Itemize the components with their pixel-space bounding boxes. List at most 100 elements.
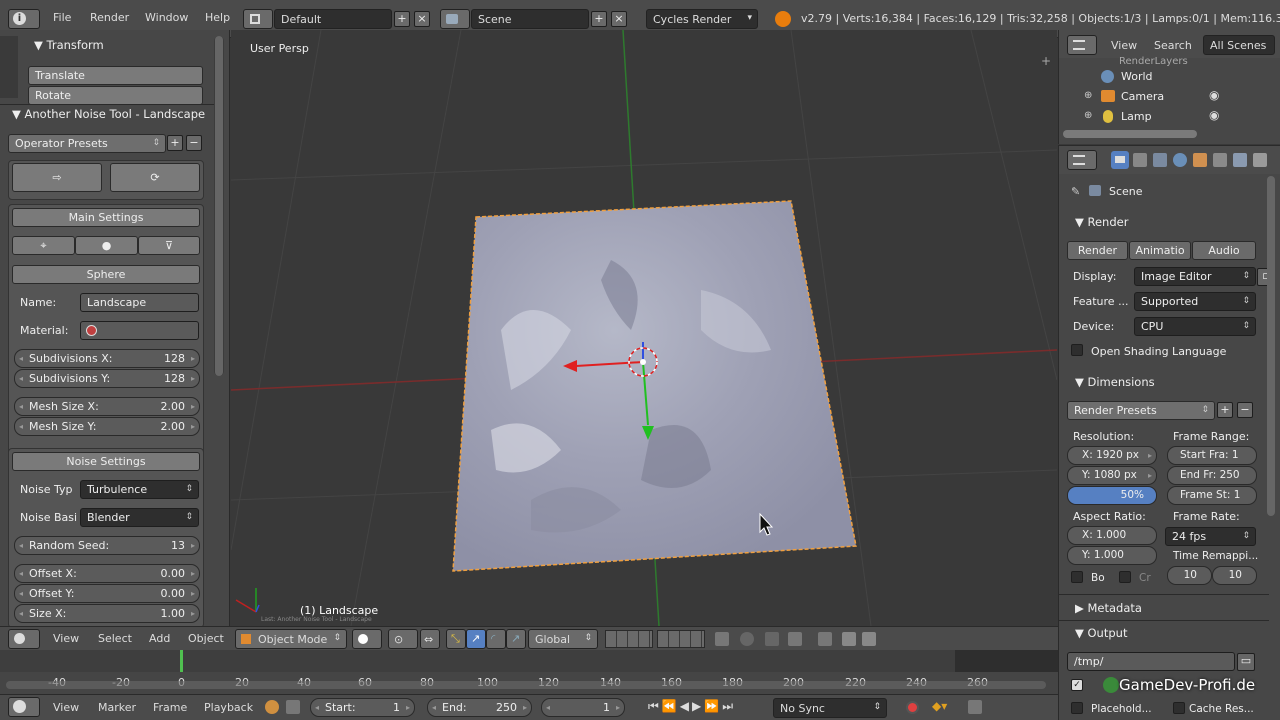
display-select[interactable]: Image Editor ⇕ <box>1134 267 1256 286</box>
add-layout-button[interactable]: + <box>394 11 410 27</box>
view-menu-select[interactable]: Select <box>98 632 132 645</box>
start-frame-field[interactable]: ◂ Start: 1 ▸ <box>310 698 415 717</box>
outliner-editor-type-button[interactable] <box>1067 35 1097 55</box>
menu-window[interactable]: Window <box>145 11 188 24</box>
rotate-manipulator-button[interactable]: ↗ <box>466 629 486 649</box>
viewport-canvas[interactable] <box>231 30 1057 626</box>
timeline-editor-type-button[interactable] <box>8 697 40 717</box>
snap-element-icon[interactable] <box>788 632 802 646</box>
add-scene-button[interactable]: + <box>591 11 607 27</box>
properties-scrollbar[interactable] <box>1267 176 1275 516</box>
outliner-filter-select[interactable]: All Scenes <box>1203 35 1275 55</box>
rotate-button[interactable]: Rotate <box>28 86 203 105</box>
device-select[interactable]: CPU ⇕ <box>1134 317 1256 336</box>
placeholders-checkbox[interactable] <box>1071 702 1083 714</box>
orientation-select[interactable]: Global ⇕ <box>528 629 598 649</box>
current-frame-marker[interactable] <box>180 650 183 672</box>
scene-browse-button[interactable] <box>440 9 470 29</box>
snap-icon[interactable] <box>765 632 779 646</box>
remap-new-field[interactable]: 10 <box>1212 566 1257 585</box>
resolution-percent-slider[interactable]: 50% <box>1067 486 1157 505</box>
manipulator-toggle[interactable]: ⇔ <box>420 629 440 649</box>
play-icon[interactable]: ▶ <box>692 699 704 713</box>
scene-name-field[interactable]: Scene <box>471 9 589 29</box>
feature-set-select[interactable]: Supported ⇕ <box>1134 292 1256 311</box>
eye-icon[interactable]: ◉ <box>1209 108 1219 122</box>
timeline-menu-view[interactable]: View <box>53 701 79 714</box>
outliner-menu-search[interactable]: Search <box>1154 39 1192 52</box>
aspect-x-field[interactable]: X: 1.000 <box>1067 526 1157 545</box>
metadata-panel-header[interactable]: ▶ Metadata <box>1075 601 1142 615</box>
refresh-button[interactable]: ⟳ <box>110 163 200 192</box>
timeline-scrollbar[interactable] <box>6 681 1046 689</box>
prev-keyframe-icon[interactable]: ⏪ <box>662 699 680 713</box>
timeline-menu-marker[interactable]: Marker <box>98 701 136 714</box>
remove-preset-button[interactable]: − <box>186 135 202 151</box>
end-frame-field[interactable]: End Fr: 250 <box>1167 466 1257 485</box>
subdivisions-y-field[interactable]: ◂ Subdivisions Y: 128 ▸ <box>14 369 200 388</box>
object-icon[interactable] <box>1193 153 1207 167</box>
frame-rate-select[interactable]: 24 fps ⇕ <box>1165 527 1256 546</box>
view-menu-add[interactable]: Add <box>149 632 170 645</box>
lock-icon[interactable] <box>286 700 300 714</box>
mode-select[interactable]: Object Mode ⇕ <box>235 629 347 649</box>
transform-header[interactable]: ▼ Transform <box>34 38 104 52</box>
remove-render-preset-button[interactable]: − <box>1237 402 1253 418</box>
world-icon[interactable] <box>1173 153 1187 167</box>
3d-viewport[interactable]: User Persp (1) Landscape Last: Another N… <box>231 30 1057 626</box>
mesh-type-sphere-button[interactable]: ● <box>75 236 138 255</box>
noise-basis-select[interactable]: Blender ⇕ <box>80 508 199 527</box>
view-menu-object[interactable]: Object <box>188 632 224 645</box>
jump-end-icon[interactable]: ⏭ <box>722 699 736 713</box>
overwrite-checkbox[interactable]: ✓ <box>1071 679 1083 691</box>
tool-shelf-scrollbar[interactable] <box>214 36 224 376</box>
pivot-point-select[interactable]: ⊙ <box>388 629 418 649</box>
outliner-item-lamp[interactable]: Lamp <box>1121 110 1152 123</box>
osl-checkbox[interactable] <box>1071 344 1083 356</box>
cache-result-checkbox[interactable] <box>1173 702 1185 714</box>
outliner-scrollbar[interactable] <box>1063 130 1197 138</box>
offset-y-field[interactable]: ◂ Offset Y: 0.00 ▸ <box>14 584 200 603</box>
folder-icon[interactable]: ▭ <box>1237 653 1255 671</box>
layers-grid-2[interactable] <box>657 630 705 648</box>
view-menu-view[interactable]: View <box>53 632 79 645</box>
start-frame-field[interactable]: Start Fra: 1 <box>1167 446 1257 465</box>
data-icon[interactable] <box>1253 153 1267 167</box>
size-x-field[interactable]: ◂ Size X: 1.00 ▸ <box>14 604 200 623</box>
scene-icon[interactable] <box>1153 153 1167 167</box>
render-audio-button[interactable]: Audio <box>1192 241 1256 260</box>
add-render-preset-button[interactable]: + <box>1217 402 1233 418</box>
menu-render[interactable]: Render <box>90 11 129 24</box>
menu-help[interactable]: Help <box>205 11 230 24</box>
timeline-track[interactable] <box>0 650 1058 672</box>
expand-icon[interactable]: ⊕ <box>1084 90 1092 101</box>
jump-start-icon[interactable]: ⏮ <box>648 699 662 713</box>
render-icon[interactable] <box>842 632 856 646</box>
render-engine-select[interactable]: Cycles Render ▾ <box>646 9 758 29</box>
resolution-y-field[interactable]: Y: 1080 px ▸ <box>1067 466 1157 485</box>
offset-x-field[interactable]: ◂ Offset X: 0.00 ▸ <box>14 564 200 583</box>
translate-manipulator-button[interactable]: ⤡ <box>446 629 466 649</box>
proportional-edit-icon[interactable] <box>740 632 754 646</box>
tab-render[interactable] <box>1111 151 1129 169</box>
noise-settings-button[interactable]: Noise Settings <box>12 452 200 471</box>
properties-editor-type-button[interactable] <box>1067 150 1097 170</box>
layout-browse-button[interactable] <box>243 9 273 29</box>
timeline[interactable]: -40 -20 0 20 40 60 80 100 120 140 160 18… <box>0 650 1058 694</box>
render-presets-select[interactable]: Render Presets ⇕ <box>1067 401 1215 420</box>
dimensions-panel-header[interactable]: ▼ Dimensions <box>1075 375 1155 389</box>
tool-tabs[interactable] <box>0 36 18 98</box>
layers-grid-1[interactable] <box>605 630 653 648</box>
mesh-type-custom-button[interactable]: ⌖ <box>12 236 75 255</box>
render-panel-header[interactable]: ▼ Render <box>1075 215 1128 229</box>
outliner-item-world[interactable]: World <box>1121 70 1153 83</box>
expand-icon[interactable]: ⊕ <box>1084 110 1092 121</box>
add-preset-button[interactable]: + <box>167 135 183 151</box>
translate-button[interactable]: Translate <box>28 66 203 85</box>
border-checkbox[interactable] <box>1071 571 1083 583</box>
preview-range-icon[interactable] <box>265 700 279 714</box>
pin-icon[interactable]: ✎ <box>1071 185 1080 198</box>
render-animation-icon[interactable] <box>862 632 876 646</box>
crop-checkbox[interactable] <box>1119 571 1131 583</box>
sphere-toggle-button[interactable]: Sphere <box>12 265 200 284</box>
